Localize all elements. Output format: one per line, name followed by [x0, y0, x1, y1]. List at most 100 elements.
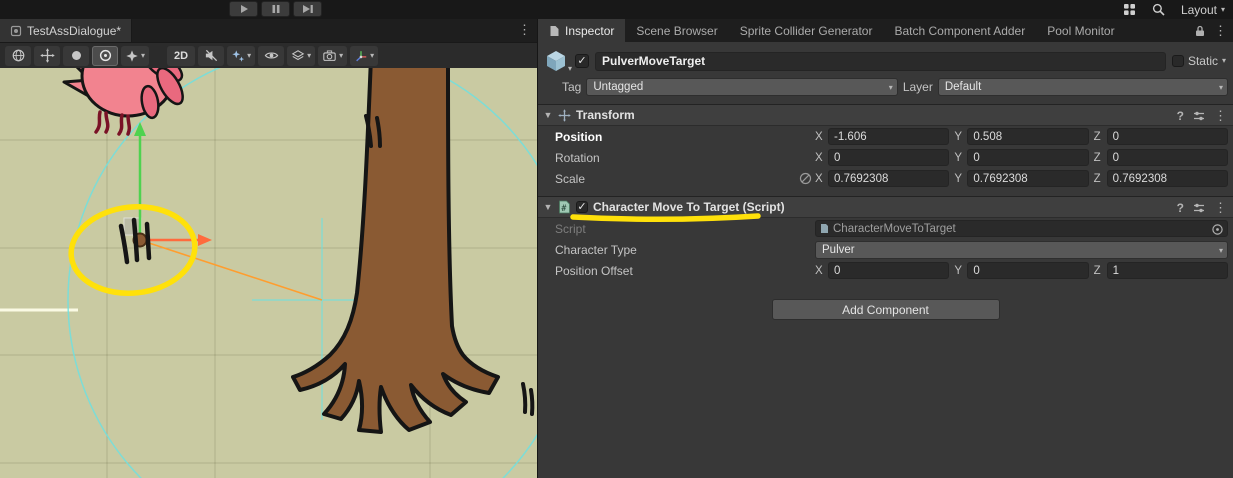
scale-row: Scale X0.7692308 Y0.7692308 Z0.7692308: [538, 168, 1233, 189]
script-object-field[interactable]: CharacterMoveToTarget: [815, 220, 1228, 237]
audio-mute-icon: [204, 48, 219, 63]
services-grid-icon[interactable]: [1123, 3, 1136, 16]
static-dropdown[interactable]: Static ▾: [1172, 54, 1228, 68]
script-label: Script: [555, 222, 795, 236]
tab-label: Scene Browser: [636, 24, 717, 38]
rotation-x-field[interactable]: 0: [828, 149, 949, 166]
tool-rect-button[interactable]: [92, 46, 118, 66]
lock-icon[interactable]: [1195, 25, 1205, 37]
object-picker-icon[interactable]: [1211, 223, 1224, 236]
uniform-scale-link-icon[interactable]: [799, 172, 812, 185]
scene-visibility-button[interactable]: [258, 46, 284, 66]
gameobject-name: PulverMoveTarget: [602, 54, 705, 68]
foldout-arrow-icon[interactable]: ▼: [543, 110, 553, 120]
scene-tab-menu-icon[interactable]: ⋮: [518, 22, 531, 38]
effects-dropdown[interactable]: ▾: [227, 46, 255, 66]
camera-dropdown[interactable]: ▾: [318, 46, 347, 66]
help-icon[interactable]: ?: [1177, 109, 1184, 123]
2d-label: 2D: [174, 50, 188, 62]
static-checkbox[interactable]: [1172, 55, 1184, 67]
csharp-script-icon: #: [558, 200, 571, 214]
tab-sprite-collider-generator[interactable]: Sprite Collider Generator: [729, 19, 884, 42]
tool-custom-dropdown[interactable]: ▾: [121, 46, 149, 66]
offset-y-field[interactable]: 0: [967, 262, 1088, 279]
tool-move-button[interactable]: [34, 46, 60, 66]
tool-view-button[interactable]: [5, 46, 31, 66]
scale-z-field[interactable]: 0.7692308: [1107, 170, 1228, 187]
position-y-field[interactable]: 0.508: [967, 128, 1088, 145]
tag-layer-row: Tag Untagged ▾ Layer Default ▾: [538, 76, 1233, 104]
tab-label: Inspector: [565, 24, 614, 38]
presets-icon[interactable]: [1193, 110, 1205, 122]
rotation-z-field[interactable]: 0: [1107, 149, 1228, 166]
script-component-header[interactable]: ▼ # ✓ Character Move To Target (Script) …: [538, 196, 1233, 218]
topbar-right: Layout ▾: [1123, 0, 1225, 19]
add-component-label: Add Component: [842, 303, 929, 317]
play-button[interactable]: [229, 1, 258, 17]
axis-z-label: Z: [1094, 131, 1103, 143]
tab-label: Batch Component Adder: [894, 24, 1025, 38]
tag-dropdown[interactable]: Untagged ▾: [586, 78, 897, 96]
tab-pool-monitor[interactable]: Pool Monitor: [1036, 19, 1125, 42]
tab-batch-component-adder[interactable]: Batch Component Adder: [883, 19, 1036, 42]
gameobject-name-field[interactable]: PulverMoveTarget: [595, 52, 1166, 71]
gizmos-dropdown[interactable]: ▾: [350, 46, 378, 66]
layers-dropdown[interactable]: ▾: [287, 46, 315, 66]
chevron-down-icon: ▾: [1221, 6, 1225, 14]
tab-scene-browser[interactable]: Scene Browser: [625, 19, 728, 42]
axis-y-label: Y: [954, 265, 963, 277]
rotation-y-field[interactable]: 0: [967, 149, 1088, 166]
scene-viewport[interactable]: [0, 68, 537, 478]
script-component-title: Character Move To Target (Script): [593, 200, 785, 214]
axis-x-label: X: [815, 131, 824, 143]
add-component-button[interactable]: Add Component: [772, 299, 1000, 320]
axis-z-label: Z: [1094, 173, 1103, 185]
layout-label: Layout: [1181, 3, 1217, 17]
help-icon[interactable]: ?: [1177, 201, 1184, 215]
svg-text:#: #: [561, 204, 567, 214]
layout-dropdown[interactable]: Layout ▾: [1181, 3, 1225, 17]
rotation-label: Rotation: [555, 151, 795, 165]
component-menu-icon[interactable]: ⋮: [1214, 200, 1227, 216]
transform-header[interactable]: ▼ Transform ? ⋮: [538, 104, 1233, 126]
main-toolbar: Layout ▾: [0, 0, 1233, 19]
static-label: Static: [1188, 54, 1218, 68]
inspector-menu-icon[interactable]: ⋮: [1214, 23, 1227, 39]
component-menu-icon[interactable]: ⋮: [1214, 108, 1227, 124]
rect-tool-icon: [98, 48, 113, 63]
search-icon[interactable]: [1152, 3, 1165, 16]
offset-x-field[interactable]: 0: [828, 262, 949, 279]
layers-icon: [291, 49, 305, 63]
position-z-field[interactable]: 0: [1107, 128, 1228, 145]
pause-button[interactable]: [261, 1, 290, 17]
custom-tool-icon: [125, 49, 139, 63]
script-enabled-checkbox[interactable]: ✓: [576, 201, 588, 213]
transform-icon: [558, 109, 571, 122]
offset-z-field[interactable]: 1: [1107, 262, 1228, 279]
axis-x-label: X: [815, 173, 824, 185]
gameobject-icon-button[interactable]: ▾: [543, 49, 569, 73]
layer-dropdown[interactable]: Default ▾: [938, 78, 1228, 96]
position-x-field[interactable]: -1.606: [828, 128, 949, 145]
character-type-label: Character Type: [555, 243, 795, 257]
step-button[interactable]: [293, 1, 322, 17]
character-type-dropdown[interactable]: Pulver ▾: [815, 241, 1228, 259]
tab-inspector[interactable]: Inspector: [538, 19, 625, 42]
foldout-arrow-icon[interactable]: ▼: [543, 202, 553, 212]
toggle-2d-button[interactable]: 2D: [167, 46, 195, 66]
tab-scene[interactable]: TestAssDialogue*: [0, 19, 132, 42]
scale-x-field[interactable]: 0.7692308: [828, 170, 949, 187]
play-controls: [229, 1, 322, 17]
play-icon: [239, 4, 249, 14]
chevron-down-icon: ▾: [339, 52, 343, 60]
chevron-down-icon: ▾: [889, 84, 893, 92]
audio-mute-button[interactable]: [198, 46, 224, 66]
camera-icon: [322, 49, 337, 63]
gameobject-active-checkbox[interactable]: ✓: [575, 54, 589, 68]
tool-rotate-button[interactable]: [63, 46, 89, 66]
chevron-down-icon: ▾: [1219, 247, 1223, 255]
character-type-row: Character Type Pulver ▾: [538, 239, 1233, 260]
scene-tab-label: TestAssDialogue*: [27, 24, 121, 38]
presets-icon[interactable]: [1193, 202, 1205, 214]
scale-y-field[interactable]: 0.7692308: [967, 170, 1088, 187]
